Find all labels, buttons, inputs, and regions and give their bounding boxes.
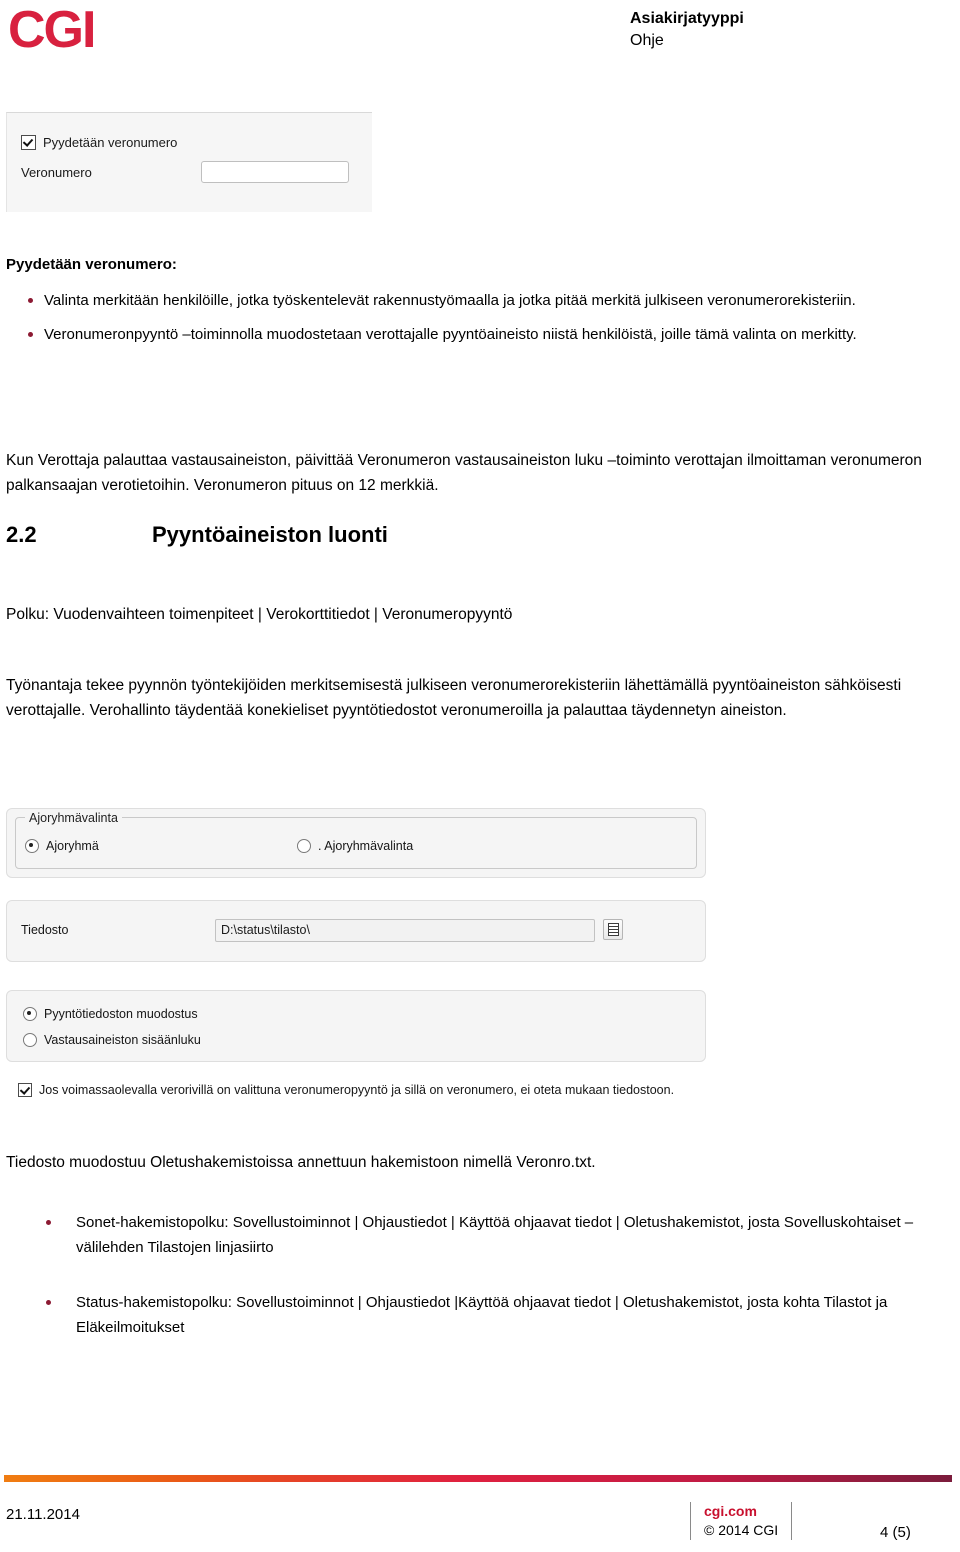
field-row-veronumero: Veronumero bbox=[21, 161, 351, 183]
footer-date: 21.11.2014 bbox=[6, 1506, 80, 1523]
radio-row-ajoryhmavalinta[interactable]: . Ajoryhmävalinta bbox=[297, 839, 413, 853]
footer-copyright: © 2014 CGI bbox=[704, 1522, 779, 1538]
vastausaineiston-sisaanluku-radio[interactable] bbox=[23, 1033, 37, 1047]
list-item: Valinta merkitään henkilöille, jotka työ… bbox=[6, 288, 936, 313]
section2-number: 2.2 bbox=[6, 522, 37, 547]
cgi-logo: CGI bbox=[8, 1, 96, 59]
pyyntotiedoston-muodostus-radio[interactable] bbox=[23, 1007, 37, 1021]
page-header: CGI Asiakirjatyyppi Ohje bbox=[0, 0, 960, 90]
header-metadata: Asiakirjatyyppi Ohje bbox=[630, 8, 950, 52]
ajoryhma-radio[interactable] bbox=[25, 839, 39, 853]
list-item: Status-hakemistopolku: Sovellustoiminnot… bbox=[6, 1290, 936, 1340]
section2-paragraph: Työnantaja tekee pyynnön työntekijöiden … bbox=[6, 677, 902, 719]
section3-bullet-list: Sonet-hakemistopolku: Sovellustoiminnot … bbox=[6, 1210, 936, 1349]
vastausaineiston-sisaanluku-label: Vastausaineiston sisäänluku bbox=[44, 1033, 201, 1047]
page-footer: 21.11.2014 cgi.com © 2014 CGI 4 (5) bbox=[0, 1500, 960, 1552]
veronumeropyynto-note-checkbox[interactable] bbox=[18, 1083, 32, 1097]
pyydetaan-veronumero-label: Pyydetään veronumero bbox=[43, 135, 178, 150]
screenshot-tiedosto-panel: Tiedosto D:\status\tilasto\ bbox=[6, 900, 706, 962]
section1-heading: Pyydetään veronumero: bbox=[6, 256, 177, 273]
ajoryhmavalinta-radio[interactable] bbox=[297, 839, 311, 853]
veronumero-input[interactable] bbox=[201, 161, 349, 183]
document-subtype-label: Ohje bbox=[630, 32, 664, 49]
footer-center-block: cgi.com © 2014 CGI bbox=[690, 1502, 793, 1540]
section1-paragraph: Kun Verottaja palauttaa vastausaineiston… bbox=[6, 452, 922, 494]
ajoryhmavalinta-radio-label: . Ajoryhmävalinta bbox=[318, 839, 414, 853]
section1-bullet-list: Valinta merkitään henkilöille, jotka työ… bbox=[6, 288, 936, 356]
ajoryhma-radio-label: Ajoryhmä bbox=[46, 839, 99, 853]
document-type-label: Asiakirjatyyppi bbox=[630, 10, 744, 27]
tiedosto-path-input[interactable]: D:\status\tilasto\ bbox=[215, 919, 595, 942]
veronumeropyynto-note-label: Jos voimassaolevalla verorivillä on vali… bbox=[39, 1083, 675, 1097]
note-checkbox-row[interactable]: Jos voimassaolevalla verorivillä on vali… bbox=[18, 1083, 674, 1097]
footer-url[interactable]: cgi.com bbox=[704, 1502, 778, 1521]
screenshot-veronumero-form: Pyydetään veronumero Veronumero bbox=[6, 112, 372, 212]
pyydetaan-veronumero-checkbox[interactable] bbox=[21, 135, 36, 150]
screenshot-toiminto-panel: Pyyntötiedoston muodostus Vastausaineist… bbox=[6, 990, 706, 1062]
tiedosto-label: Tiedosto bbox=[21, 923, 69, 937]
checkbox-row-pyydetaan-veronumero[interactable]: Pyydetään veronumero bbox=[21, 135, 177, 150]
browse-button[interactable] bbox=[603, 919, 623, 940]
list-item: Sonet-hakemistopolku: Sovellustoiminnot … bbox=[6, 1210, 936, 1260]
footer-page-number: 4 (5) bbox=[880, 1524, 911, 1541]
veronumero-field-label: Veronumero bbox=[21, 164, 92, 180]
section3-paragraph: Tiedosto muodostuu Oletushakemistoissa a… bbox=[6, 1154, 596, 1171]
radio-row-ajoryhma[interactable]: Ajoryhmä bbox=[25, 839, 99, 853]
footer-gradient-bar bbox=[4, 1475, 952, 1482]
ajoryhma-groupbox-title: Ajoryhmävalinta bbox=[25, 811, 122, 825]
screenshot-ajoryhma-panel: Ajoryhmävalinta Ajoryhmä . Ajoryhmävalin… bbox=[6, 808, 706, 878]
radio-row-vastausaineiston-sisaanluku[interactable]: Vastausaineiston sisäänluku bbox=[23, 1033, 201, 1047]
list-item: Veronumeronpyyntö –toiminnolla muodostet… bbox=[6, 322, 936, 347]
list-icon bbox=[608, 923, 619, 936]
section2-heading: 2.2 Pyyntöaineiston luonti bbox=[6, 520, 706, 550]
section2-title: Pyyntöaineiston luonti bbox=[152, 522, 388, 547]
radio-row-pyyntotiedoston-muodostus[interactable]: Pyyntötiedoston muodostus bbox=[23, 1007, 198, 1021]
section2-path-line: Polku: Vuodenvaihteen toimenpiteet | Ver… bbox=[6, 606, 513, 623]
pyyntotiedoston-muodostus-label: Pyyntötiedoston muodostus bbox=[44, 1007, 198, 1021]
